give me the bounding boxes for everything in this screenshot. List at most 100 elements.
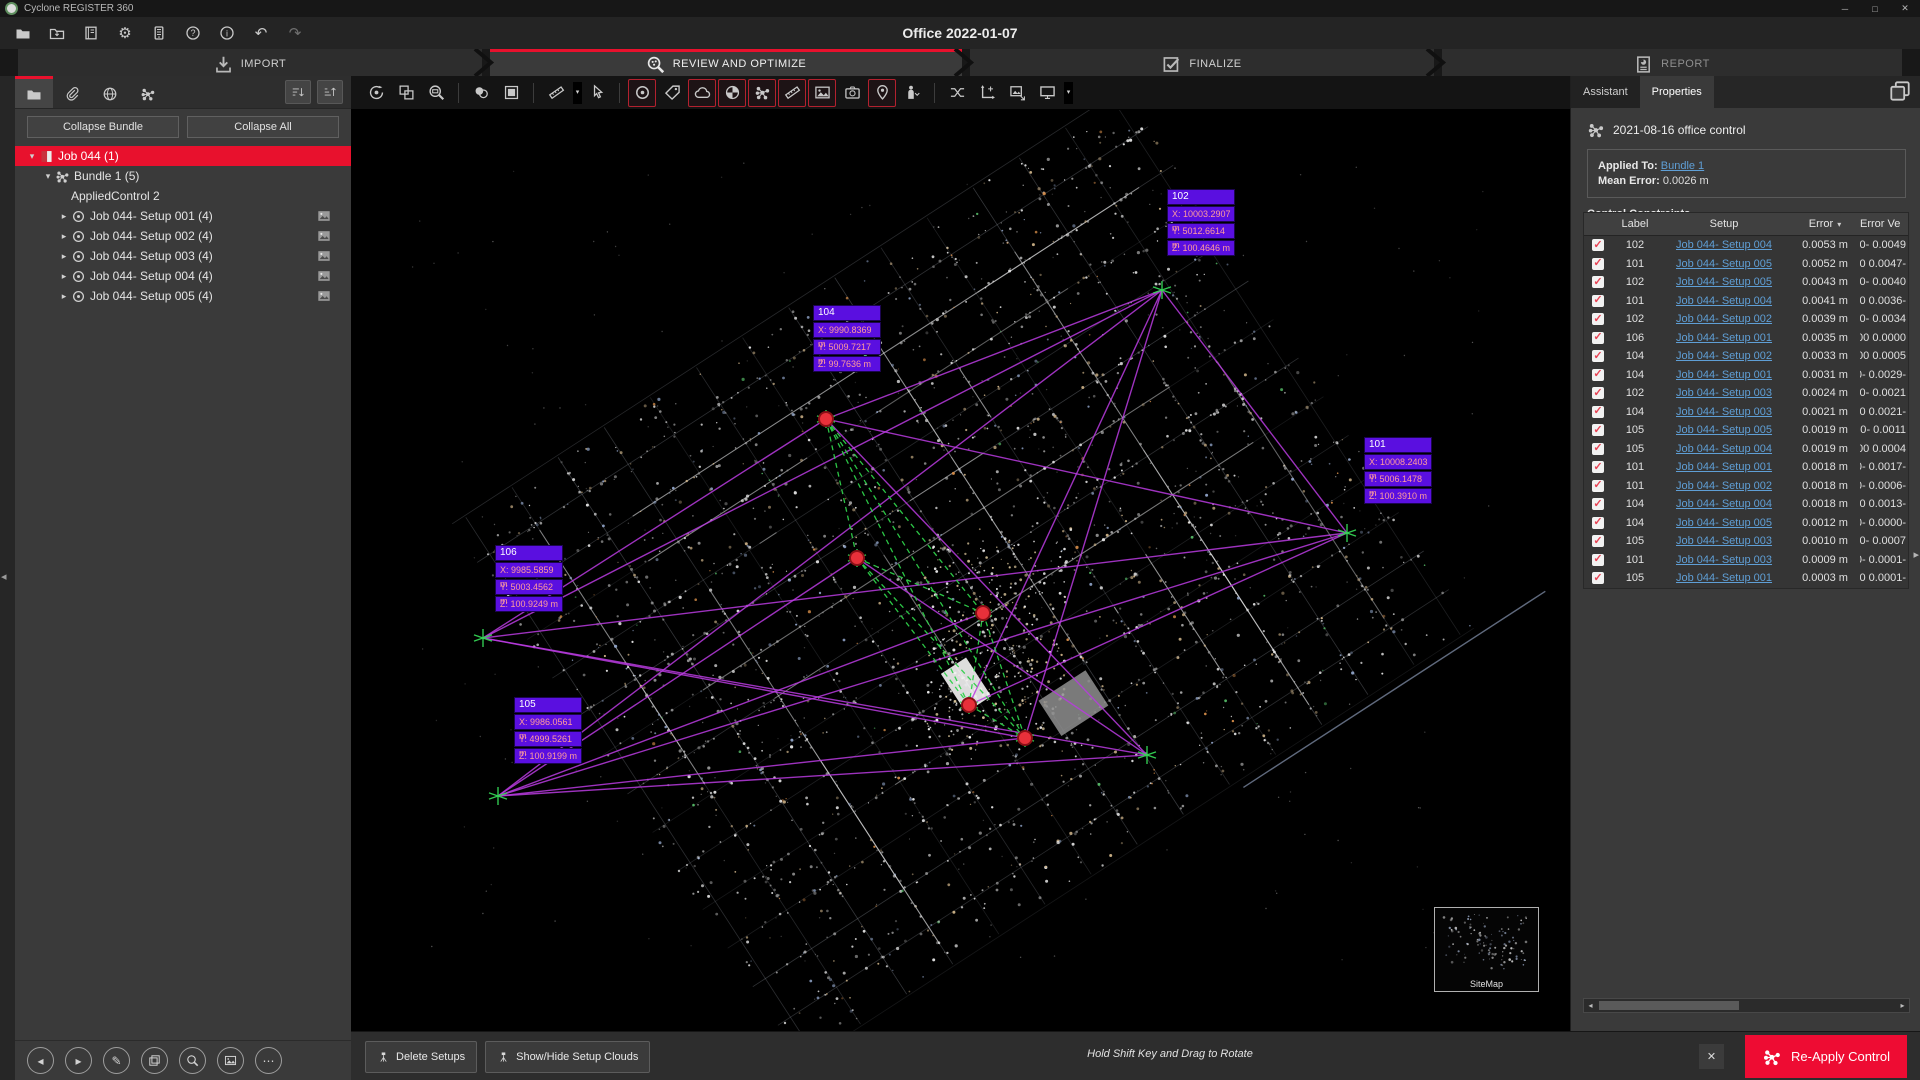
constraint-row[interactable]: ✓104Job 044- Setup 0010.0031 m-0.0029 -0… (1584, 366, 1908, 385)
setup-image-icon[interactable] (317, 229, 331, 243)
viewport-3d[interactable]: SiteMap 102X: 10003.2907 mY: 5012.6614 m… (351, 110, 1570, 1031)
tree-item[interactable]: ▾Bundle 1 (5) (15, 166, 351, 186)
pedestrian-view-button[interactable] (898, 79, 926, 107)
panel-layout-button[interactable] (1888, 79, 1912, 103)
setup-link[interactable]: Job 044- Setup 003 (1676, 535, 1772, 547)
setup-link[interactable]: Job 044- Setup 005 (1676, 276, 1772, 288)
rotate-tool-button[interactable] (362, 79, 390, 107)
constraint-checkbox[interactable]: ✓ (1592, 332, 1604, 344)
expander-down-icon[interactable]: ▾ (25, 151, 39, 162)
coordinate-label[interactable]: 104X: 9990.8369 mY: 5009.7217 mZ: 99.763… (814, 306, 880, 374)
settings-gear-button[interactable]: ⚙ (112, 21, 138, 45)
nav-previous-button[interactable]: ◂ (27, 1047, 54, 1074)
workflow-tab-import[interactable]: IMPORT (18, 49, 482, 76)
constraint-row[interactable]: ✓105Job 044- Setup 0040.0019 m0.0004 0.0… (1584, 440, 1908, 459)
show-hide-setup-clouds-button[interactable]: Show/Hide Setup Clouds (485, 1041, 650, 1073)
project-archive-button[interactable] (78, 21, 104, 45)
constraint-row[interactable]: ✓101Job 044- Setup 0030.0009 m-0.0001 -0… (1584, 551, 1908, 570)
column-setup[interactable]: Setup (1658, 218, 1790, 230)
more-options-button[interactable]: ⋯ (255, 1047, 282, 1074)
panel-tab-properties[interactable]: Properties (1640, 76, 1714, 108)
sort-descending-icon[interactable]: ▾ (1837, 220, 1841, 229)
setup-link[interactable]: Job 044- Setup 005 (1676, 258, 1772, 270)
setup-link[interactable]: Job 044- Setup 005 (1676, 517, 1772, 529)
tree-item[interactable]: ▸Job 044- Setup 003 (4) (15, 246, 351, 266)
tree-item[interactable]: ▸Job 044- Setup 001 (4) (15, 206, 351, 226)
tree-item[interactable]: ▸Job 044- Setup 002 (4) (15, 226, 351, 246)
spheres-visibility-button[interactable] (718, 79, 746, 107)
panel-tab-assistant[interactable]: Assistant (1571, 76, 1640, 108)
labels-visibility-button[interactable] (658, 79, 686, 107)
workflow-tab-review-and-optimize[interactable]: REVIEW AND OPTIMIZE (490, 49, 962, 76)
constraint-checkbox[interactable]: ✓ (1592, 276, 1604, 288)
edit-pencil-button[interactable]: ✎ (103, 1047, 130, 1074)
constraint-checkbox[interactable]: ✓ (1592, 313, 1604, 325)
constraint-checkbox[interactable]: ✓ (1592, 406, 1604, 418)
column-error-vector[interactable]: Error Ve (1860, 218, 1906, 230)
constraint-row[interactable]: ✓105Job 044- Setup 0010.0003 m-0.0001 0.… (1584, 569, 1908, 588)
constraint-checkbox[interactable]: ✓ (1592, 572, 1604, 584)
collapse-bundle-button[interactable]: Collapse Bundle (27, 116, 179, 138)
open-project-button[interactable] (10, 21, 36, 45)
setup-link[interactable]: Job 044- Setup 004 (1676, 239, 1772, 251)
constraint-row[interactable]: ✓105Job 044- Setup 0030.0010 m0.0007 -0.… (1584, 532, 1908, 551)
constraint-row[interactable]: ✓104Job 044- Setup 0050.0012 m-0.0000 -0… (1584, 514, 1908, 533)
setup-link[interactable]: Job 044- Setup 003 (1676, 406, 1772, 418)
scroll-left-icon[interactable]: ◂ (1584, 1001, 1597, 1010)
constraint-checkbox[interactable]: ✓ (1592, 350, 1604, 362)
tree-item[interactable]: ▸Job 044- Setup 005 (4) (15, 286, 351, 306)
measure-tool-button[interactable] (542, 79, 570, 107)
sidebar-tab-links[interactable] (53, 76, 91, 108)
setup-link[interactable]: Job 044- Setup 005 (1676, 424, 1772, 436)
expander-down-icon[interactable]: ▾ (41, 171, 55, 182)
constraint-checkbox[interactable]: ✓ (1592, 498, 1604, 510)
scroll-right-icon[interactable]: ▸ (1896, 1001, 1909, 1010)
constraint-checkbox[interactable]: ✓ (1592, 295, 1604, 307)
applied-to-link[interactable]: Bundle 1 (1661, 160, 1704, 172)
clouds-visibility-button[interactable] (688, 79, 716, 107)
sort-ascending-button[interactable] (285, 80, 311, 104)
tree-item[interactable]: ▾Job 044 (1) (15, 146, 351, 166)
bundles-visibility-button[interactable] (748, 79, 776, 107)
panel-view-button[interactable] (497, 79, 525, 107)
image-button[interactable] (217, 1047, 244, 1074)
sticks-visibility-button[interactable] (778, 79, 806, 107)
setup-link[interactable]: Job 044- Setup 001 (1676, 572, 1772, 584)
constraint-row[interactable]: ✓102Job 044- Setup 0050.0043 m0.0040 -0.… (1584, 273, 1908, 292)
display-settings-dropdown-icon[interactable]: ▾ (1064, 82, 1073, 104)
transform-axes-button[interactable] (973, 79, 1001, 107)
constraint-checkbox[interactable]: ✓ (1592, 535, 1604, 547)
expander-right-icon[interactable]: ▸ (57, 231, 71, 242)
coordinate-label[interactable]: 102X: 10003.2907 mY: 5012.6614 mZ: 100.4… (1168, 190, 1234, 258)
help-button[interactable]: ? (180, 21, 206, 45)
setup-link[interactable]: Job 044- Setup 001 (1676, 461, 1772, 473)
tree-item[interactable]: AppliedControl 2 (15, 186, 351, 206)
setup-link[interactable]: Job 044- Setup 004 (1676, 443, 1772, 455)
constraint-checkbox[interactable]: ✓ (1592, 239, 1604, 251)
window-minimize-button[interactable]: ─ (1830, 0, 1860, 17)
point-colors-button[interactable] (467, 79, 495, 107)
constraint-checkbox[interactable]: ✓ (1592, 480, 1604, 492)
constraint-row[interactable]: ✓104Job 044- Setup 0020.0033 m0.0005 0.0… (1584, 347, 1908, 366)
sitemap-widget[interactable]: SiteMap (1434, 907, 1539, 992)
constraint-row[interactable]: ✓102Job 044- Setup 0030.0024 m0.0021 -0.… (1584, 384, 1908, 403)
setup-link[interactable]: Job 044- Setup 002 (1676, 350, 1772, 362)
storage-device-button[interactable] (146, 21, 172, 45)
constraint-row[interactable]: ✓101Job 044- Setup 0020.0018 m-0.0006 -0… (1584, 477, 1908, 496)
constraint-checkbox[interactable]: ✓ (1592, 369, 1604, 381)
reapply-control-button[interactable]: Re-Apply Control (1745, 1035, 1907, 1078)
constraint-checkbox[interactable]: ✓ (1592, 554, 1604, 566)
constraint-row[interactable]: ✓104Job 044- Setup 0030.0021 m-0.0021 0.… (1584, 403, 1908, 422)
constraint-row[interactable]: ✓102Job 044- Setup 0020.0039 m0.0034 -0.… (1584, 310, 1908, 329)
sidebar-tab-project-explorer[interactable] (15, 76, 53, 108)
close-banner-button[interactable]: ✕ (1699, 1044, 1724, 1069)
collapse-all-button[interactable]: Collapse All (187, 116, 339, 138)
snapshot-button[interactable] (1003, 79, 1031, 107)
setups-visibility-button[interactable] (628, 79, 656, 107)
about-info-button[interactable]: i (214, 21, 240, 45)
table-horizontal-scrollbar[interactable]: ◂ ▸ (1583, 998, 1910, 1013)
column-error[interactable]: Error▾ (1790, 218, 1860, 230)
measure-tool-dropdown-icon[interactable]: ▾ (573, 82, 582, 104)
window-close-button[interactable]: ✕ (1890, 0, 1920, 17)
split-links-button[interactable] (943, 79, 971, 107)
